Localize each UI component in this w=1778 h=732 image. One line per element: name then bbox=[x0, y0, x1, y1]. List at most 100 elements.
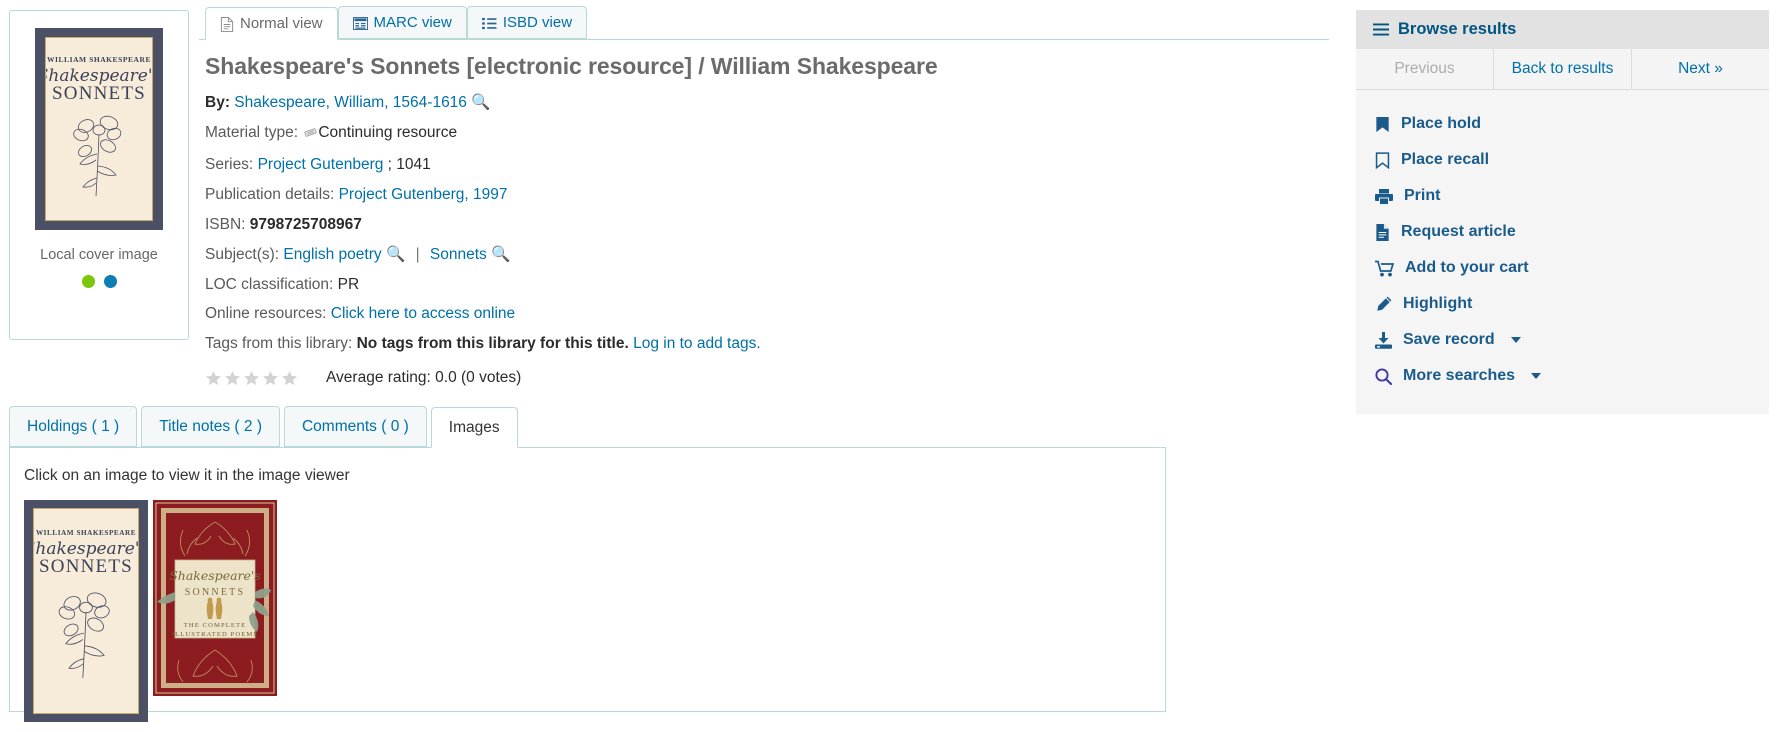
tags-row: Tags from this library: No tags from thi… bbox=[205, 334, 1329, 355]
tab-images[interactable]: Images bbox=[431, 407, 518, 448]
images-panel-hint: Click on an image to view it in the imag… bbox=[24, 467, 1165, 485]
loc-value: PR bbox=[338, 276, 360, 293]
browse-results-sidebar: Browse results Previous Back to results … bbox=[1356, 10, 1769, 414]
subject-link-2[interactable]: Sonnets bbox=[430, 246, 487, 263]
series-label: Series: bbox=[205, 156, 253, 173]
loc-label: LOC classification: bbox=[205, 276, 333, 293]
series-link[interactable]: Project Gutenberg bbox=[258, 156, 384, 173]
printer-icon bbox=[1375, 188, 1393, 205]
login-to-add-tags-link[interactable]: Log in to add tags. bbox=[633, 335, 761, 352]
cover-image[interactable]: WILLIAM SHAKESPEARE Shakespeare's SONNET… bbox=[35, 28, 163, 230]
hamburger-icon bbox=[1373, 23, 1389, 36]
author-label: By: bbox=[205, 94, 230, 111]
svg-text:ILLUSTRATED POEMS: ILLUSTRATED POEMS bbox=[172, 631, 258, 638]
material-type-row: Material type: Continuing resource bbox=[205, 123, 1329, 146]
isbn-label: ISBN: bbox=[205, 216, 245, 233]
cover-caption: Local cover image bbox=[40, 247, 158, 263]
thumbnail-local-cover[interactable]: WILLIAM SHAKESPEARE Shakespeare's SONNET… bbox=[24, 500, 148, 722]
next-result-button[interactable]: Next » bbox=[1632, 49, 1769, 89]
more-searches-label: More searches bbox=[1403, 367, 1515, 385]
sidebar-item-place-recall[interactable]: Place recall bbox=[1356, 142, 1769, 178]
more-searches-caret-icon[interactable] bbox=[1531, 373, 1541, 379]
tab-comments-label: Comments ( 0 ) bbox=[302, 418, 409, 435]
highlight-label: Highlight bbox=[1403, 295, 1472, 313]
material-type-value: Continuing resource bbox=[318, 124, 457, 141]
list-icon bbox=[482, 17, 497, 30]
tab-marc-view[interactable]: MARC view bbox=[338, 6, 467, 39]
thumb1-floral-illustration bbox=[53, 579, 119, 688]
subjects-label: Subject(s): bbox=[205, 246, 279, 263]
place-recall-label: Place recall bbox=[1401, 151, 1489, 169]
previous-result-button[interactable]: Previous bbox=[1356, 49, 1494, 89]
material-type-label: Material type: bbox=[205, 124, 298, 141]
subject-2-search-icon[interactable]: 🔍 bbox=[491, 246, 510, 263]
tab-holdings[interactable]: Holdings ( 1 ) bbox=[9, 406, 137, 447]
illustrated-cover-art: Shakespeare's SONNETS THE COMPLETE ILLUS… bbox=[153, 500, 277, 696]
record-detail-page: WILLIAM SHAKESPEARE Shakespeare's SONNET… bbox=[0, 0, 1778, 732]
online-resource-link[interactable]: Click here to access online bbox=[331, 305, 515, 322]
tab-normal-view-label: Normal view bbox=[240, 15, 323, 33]
carousel-dot-1[interactable] bbox=[82, 275, 95, 288]
carousel-dot-2[interactable] bbox=[104, 275, 117, 288]
download-icon bbox=[1375, 332, 1392, 349]
save-record-caret-icon[interactable] bbox=[1511, 337, 1521, 343]
sidebar-item-highlight[interactable]: Highlight bbox=[1356, 286, 1769, 322]
series-suffix: ; 1041 bbox=[388, 156, 431, 173]
subject-link-1[interactable]: English poetry bbox=[283, 246, 381, 263]
search-icon bbox=[1375, 368, 1392, 385]
file-text-icon bbox=[1375, 224, 1390, 241]
sidebar-item-request-article[interactable]: Request article bbox=[1356, 214, 1769, 250]
shopping-cart-icon bbox=[1375, 260, 1394, 277]
sidebar-item-place-hold[interactable]: Place hold bbox=[1356, 106, 1769, 142]
images-panel: Click on an image to view it in the imag… bbox=[9, 447, 1166, 712]
tab-normal-view[interactable]: Normal view bbox=[205, 7, 338, 40]
thumb1-author-text: WILLIAM SHAKESPEARE bbox=[36, 529, 136, 537]
table-icon bbox=[353, 17, 368, 30]
subject-1-search-icon[interactable]: 🔍 bbox=[386, 246, 405, 263]
online-label: Online resources: bbox=[205, 305, 326, 322]
request-article-label: Request article bbox=[1401, 223, 1516, 241]
tab-title-notes[interactable]: Title notes ( 2 ) bbox=[141, 406, 280, 447]
sidebar-item-more-searches[interactable]: More searches bbox=[1356, 358, 1769, 394]
continuing-resource-icon bbox=[304, 125, 317, 146]
image-thumbnails: WILLIAM SHAKESPEARE Shakespeare's SONNET… bbox=[24, 500, 1165, 722]
bookmark-outline-icon bbox=[1375, 152, 1390, 169]
publication-label: Publication details: bbox=[205, 186, 334, 203]
pencil-icon bbox=[1375, 296, 1392, 313]
sidebar-item-print[interactable]: Print bbox=[1356, 178, 1769, 214]
sidebar-header: Browse results bbox=[1356, 10, 1769, 49]
tags-value: No tags from this library for this title… bbox=[357, 335, 629, 352]
isbn-row: ISBN: 9798725708967 bbox=[205, 215, 1329, 236]
tab-comments[interactable]: Comments ( 0 ) bbox=[284, 406, 427, 447]
subject-separator: | bbox=[416, 246, 420, 263]
svg-text:SONNETS: SONNETS bbox=[185, 587, 245, 598]
thumb1-sonnets-text: SONNETS bbox=[39, 557, 133, 576]
sidebar-item-add-to-cart[interactable]: Add to your cart bbox=[1356, 250, 1769, 286]
svg-text:THE COMPLETE: THE COMPLETE bbox=[184, 622, 246, 629]
online-resources-row: Online resources: Click here to access o… bbox=[205, 304, 1329, 325]
author-row: By: Shakespeare, William, 1564-1616 🔍 bbox=[205, 93, 1329, 114]
thumbnail-illustrated-cover[interactable]: Shakespeare's SONNETS THE COMPLETE ILLUS… bbox=[153, 500, 277, 696]
cover-carousel-dots[interactable] bbox=[82, 275, 117, 288]
loc-classification-row: LOC classification: PR bbox=[205, 275, 1329, 296]
publication-link[interactable]: Project Gutenberg, 1997 bbox=[339, 186, 508, 203]
tab-title-notes-label: Title notes ( 2 ) bbox=[159, 418, 262, 435]
tab-marc-view-label: MARC view bbox=[374, 14, 452, 32]
bookmark-filled-icon bbox=[1375, 116, 1390, 133]
cover-author-text: WILLIAM SHAKESPEARE bbox=[47, 55, 151, 64]
back-to-results-button[interactable]: Back to results bbox=[1494, 49, 1632, 89]
sidebar-item-save-record[interactable]: Save record bbox=[1356, 322, 1769, 358]
view-tabs: Normal view MARC view ISBD view bbox=[199, 0, 1329, 40]
author-search-icon[interactable]: 🔍 bbox=[471, 94, 490, 111]
page-title: Shakespeare's Sonnets [electronic resour… bbox=[205, 53, 1329, 80]
author-link[interactable]: Shakespeare, William, 1564-1616 bbox=[234, 94, 467, 111]
sidebar-actions: Place hold Place recall Print bbox=[1356, 90, 1769, 414]
tab-isbd-view[interactable]: ISBD view bbox=[467, 6, 587, 39]
tab-isbd-view-label: ISBD view bbox=[503, 14, 572, 32]
cover-floral-illustration bbox=[68, 106, 130, 203]
series-row: Series: Project Gutenberg ; 1041 bbox=[205, 155, 1329, 176]
record-details: Shakespeare's Sonnets [electronic resour… bbox=[199, 40, 1329, 387]
main-content: Normal view MARC view ISBD view Shakespe… bbox=[199, 0, 1329, 387]
local-cover-panel: WILLIAM SHAKESPEARE Shakespeare's SONNET… bbox=[9, 10, 189, 340]
sidebar-header-label: Browse results bbox=[1398, 20, 1516, 39]
